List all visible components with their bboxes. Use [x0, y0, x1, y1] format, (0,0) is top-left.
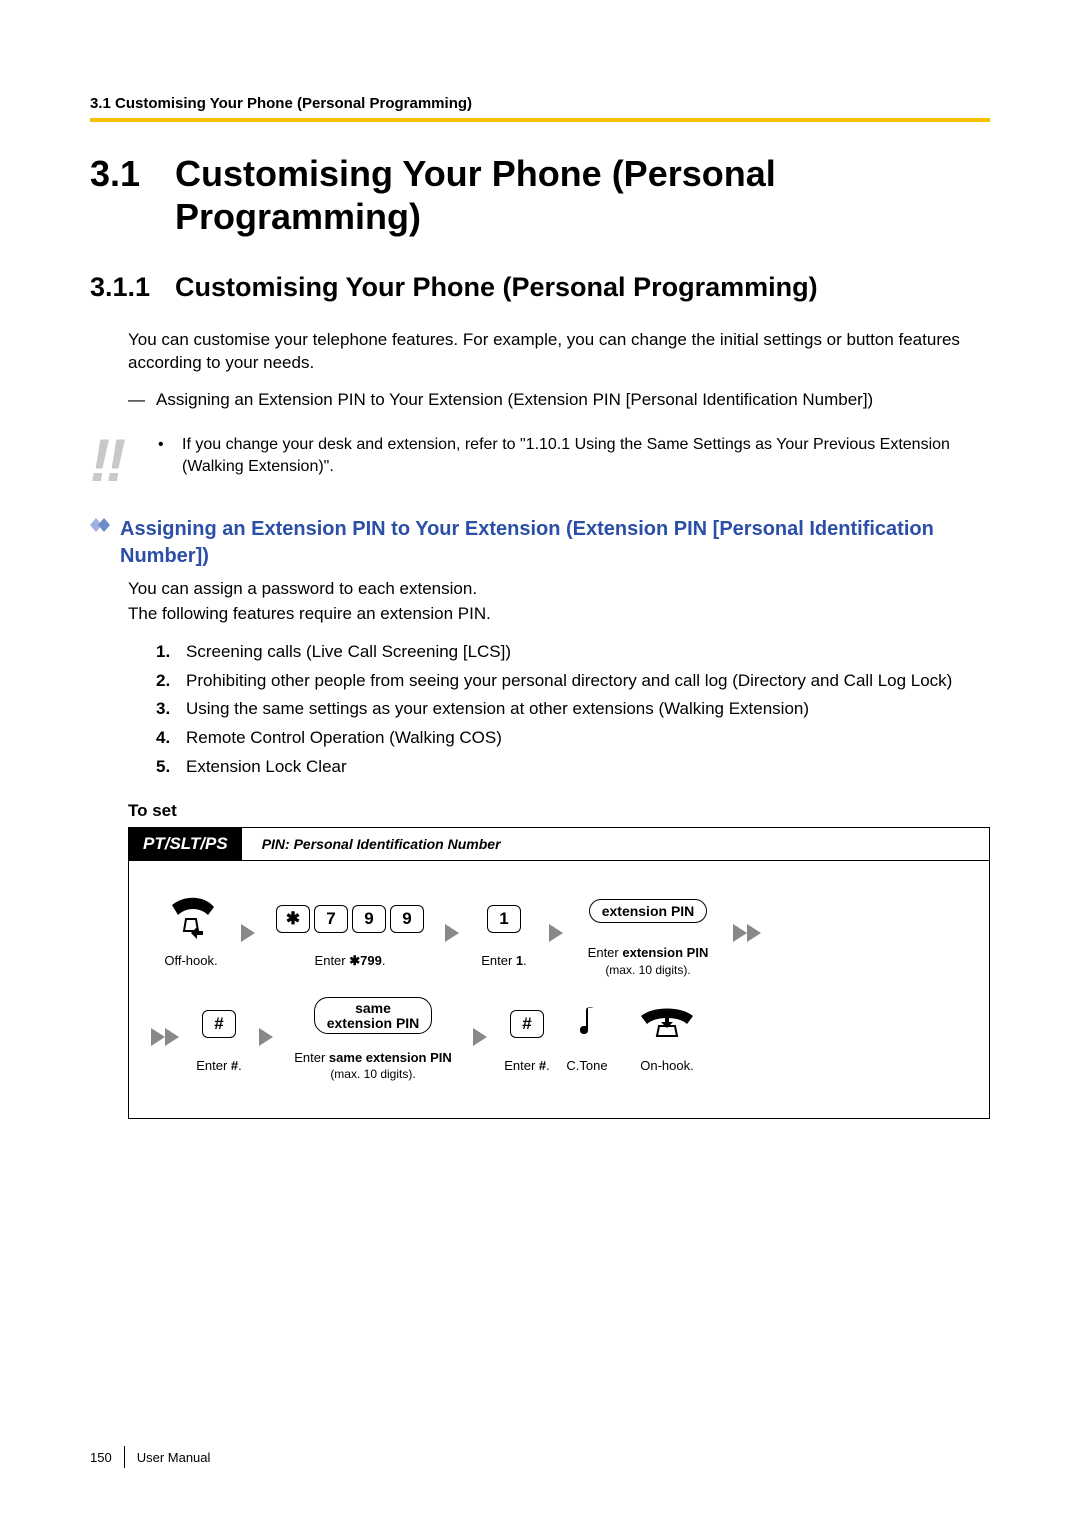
feature-list-item: — Assigning an Extension PIN to Your Ext…: [128, 389, 990, 412]
section-heading-h2: 3.1.1 Customising Your Phone (Personal P…: [90, 272, 990, 303]
list-item: 2.Prohibiting other people from seeing y…: [156, 669, 990, 694]
em-dash: —: [128, 389, 156, 412]
flow-arrow: [463, 1028, 497, 1046]
caption-enter-same-pin: Enter same extension PIN (max. 10 digits…: [294, 1050, 452, 1083]
flow-arrow: [539, 924, 573, 942]
caption-enter-ext-pin: Enter extension PIN (max. 10 digits).: [588, 945, 709, 978]
keypad-799: ✱ 7 9 9: [274, 895, 426, 943]
caption-offhook: Off-hook.: [164, 953, 217, 969]
intro-paragraph: You can customise your telephone feature…: [128, 329, 990, 375]
key-9b: 9: [390, 905, 424, 933]
caption-enter-hash-2: Enter #.: [504, 1058, 550, 1074]
confirmation-tone-icon: [574, 1000, 600, 1048]
flow-arrow-double: [151, 1028, 189, 1046]
list-item: 1.Screening calls (Live Call Screening […: [156, 640, 990, 665]
key-7: 7: [314, 905, 348, 933]
offhook-icon: [166, 895, 216, 943]
procedure-box: PT/SLT/PS PIN: Personal Identification N…: [128, 827, 990, 1119]
h1-text: Customising Your Phone (Personal Program…: [175, 152, 990, 238]
exclamation-icon: !!: [90, 434, 158, 488]
section-heading-h1: 3.1 Customising Your Phone (Personal Pro…: [90, 152, 990, 238]
footer-divider: [124, 1446, 125, 1468]
caption-ctone: C.Tone: [566, 1058, 607, 1074]
device-label: PT/SLT/PS: [129, 828, 242, 860]
important-note: !! • If you change your desk and extensi…: [90, 434, 990, 488]
caption-enter-1: Enter 1.: [481, 953, 527, 969]
subsection-heading: Assigning an Extension PIN to Your Exten…: [90, 516, 990, 570]
flow-row-2: # Enter #. same extension PI: [151, 992, 967, 1083]
bullet-dot: •: [158, 434, 182, 477]
running-header: 3.1 Customising Your Phone (Personal Pro…: [90, 95, 990, 112]
key-star: ✱: [276, 905, 310, 933]
extension-pin-field: extension PIN: [589, 887, 708, 935]
flow-row-1: Off-hook. ✱ 7 9 9 Enter ✱799.: [151, 887, 967, 978]
procedure-legend: PIN: Personal Identification Number: [242, 836, 501, 852]
double-diamond-icon: [90, 516, 120, 534]
h2-text: Customising Your Phone (Personal Program…: [175, 272, 990, 303]
h1-number: 3.1: [90, 152, 175, 238]
caption-enter-hash: Enter #.: [196, 1058, 242, 1074]
list-item: 3.Using the same settings as your extens…: [156, 697, 990, 722]
header-rule: [90, 118, 990, 122]
page-footer: 150 User Manual: [90, 1446, 210, 1468]
doc-title: User Manual: [137, 1450, 211, 1465]
subsection-title: Assigning an Extension PIN to Your Exten…: [120, 516, 990, 570]
list-item: 5.Extension Lock Clear: [156, 755, 990, 780]
key-1: 1: [485, 895, 523, 943]
flow-arrow: [231, 924, 265, 942]
key-hash-2: #: [508, 1000, 546, 1048]
key-hash: #: [200, 1000, 238, 1048]
page-number: 150: [90, 1450, 124, 1465]
h2-number: 3.1.1: [90, 272, 175, 303]
same-extension-pin-field: same extension PIN: [314, 992, 433, 1040]
flow-arrow: [435, 924, 469, 942]
caption-enter-799: Enter ✱799.: [315, 953, 386, 969]
flow-arrow: [249, 1028, 283, 1046]
pin-paragraph-2: The following features require an extens…: [128, 603, 990, 626]
key-9a: 9: [352, 905, 386, 933]
note-text: If you change your desk and extension, r…: [182, 434, 990, 477]
onhook-icon: [637, 1000, 697, 1048]
ordered-list: 1.Screening calls (Live Call Screening […: [156, 640, 990, 779]
caption-onhook: On-hook.: [640, 1058, 693, 1074]
flow-arrow-double: [723, 924, 771, 942]
feature-text: Assigning an Extension PIN to Your Exten…: [156, 389, 873, 412]
procedure-title: To set: [128, 801, 990, 821]
list-item: 4.Remote Control Operation (Walking COS): [156, 726, 990, 751]
pin-paragraph-1: You can assign a password to each extens…: [128, 578, 990, 601]
